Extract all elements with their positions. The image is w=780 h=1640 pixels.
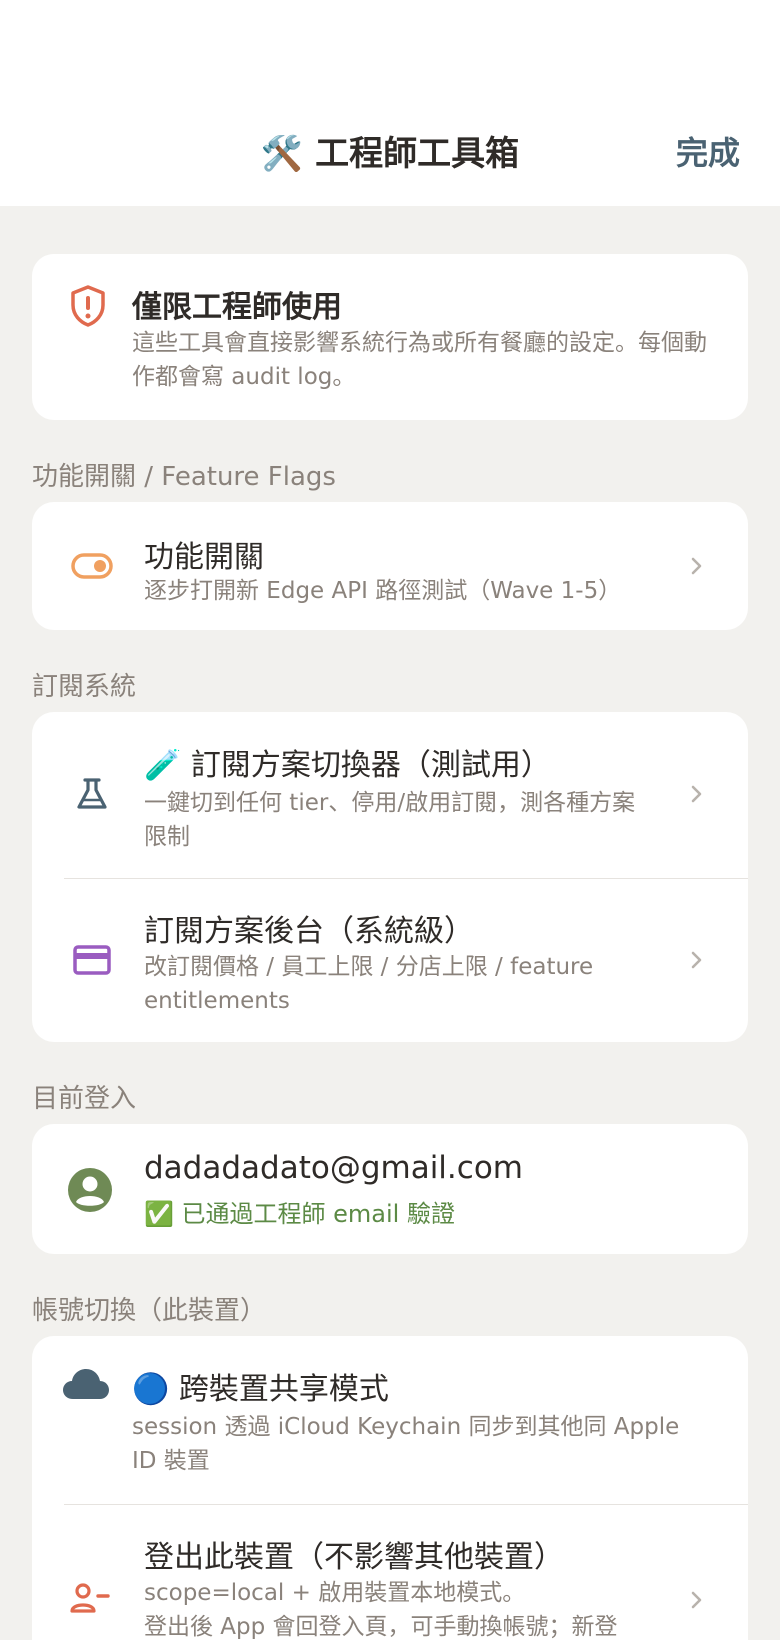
feature-flags-subtitle: 逐步打開新 Edge API 路徑測試（Wave 1-5） <box>144 578 622 604</box>
subscription-admin-subtitle: 改訂閱價格 / 員工上限 / 分店上限 / feature entitlemen… <box>144 954 594 1014</box>
shield-exclamation-icon <box>68 284 108 328</box>
section-header-feature-flags: 功能開關 / Feature Flags <box>32 462 336 492</box>
current-login-email: dadadadato@gmail.com <box>144 1150 523 1186</box>
shared-mode-row: 🔵 跨裝置共享模式 session 透過 iCloud Keychain 同步到… <box>32 1336 748 1504</box>
logout-this-device-subtitle-line2: 登出後 App 會回登入頁，可手動換帳號；新登 <box>144 1614 618 1640</box>
section-header-subscription: 訂閱系統 <box>32 672 137 702</box>
chevron-right-icon <box>691 1591 702 1609</box>
cloud-icon <box>60 1364 112 1404</box>
chevron-right-icon <box>691 557 702 575</box>
credit-card-icon <box>70 940 114 980</box>
section-header-account-switch: 帳號切換（此裝置） <box>32 1296 267 1326</box>
chevron-right-icon <box>691 785 702 803</box>
current-login-card: dadadadato@gmail.com ✅ 已通過工程師 email 驗證 <box>32 1124 748 1254</box>
account-circle-icon <box>66 1166 114 1214</box>
subscription-admin-title: 訂閱方案後台（系統級） <box>144 914 474 949</box>
done-button[interactable]: 完成 <box>676 128 740 174</box>
page-title: 🛠️ 工程師工具箱 <box>260 134 520 174</box>
logout-this-device-subtitle-line1: scope=local + 啟用裝置本地模式。 <box>144 1580 526 1606</box>
section-header-current-login: 目前登入 <box>32 1084 137 1114</box>
account-switch-card: 🔵 跨裝置共享模式 session 透過 iCloud Keychain 同步到… <box>32 1336 748 1640</box>
verified-status: ✅ 已通過工程師 email 驗證 <box>144 1200 455 1228</box>
shared-mode-subtitle: session 透過 iCloud Keychain 同步到其他同 Apple … <box>132 1414 680 1474</box>
navigation-bar: 🛠️ 工程師工具箱 完成 <box>0 0 780 206</box>
feature-flags-row[interactable]: 功能開關 逐步打開新 Edge API 路徑測試（Wave 1-5） <box>32 502 748 630</box>
subscription-switcher-subtitle: 一鍵切到任何 tier、停用/啟用訂閱，測各種方案限制 <box>144 790 636 850</box>
flask-icon <box>72 774 112 814</box>
warning-title: 僅限工程師使用 <box>132 290 342 325</box>
subscription-admin-row[interactable]: 訂閱方案後台（系統級） 改訂閱價格 / 員工上限 / 分店上限 / featur… <box>32 878 748 1042</box>
shared-mode-title: 🔵 跨裝置共享模式 <box>132 1372 389 1407</box>
subscription-switcher-title: 🧪 訂閱方案切換器（測試用） <box>144 748 551 783</box>
warning-body: 這些工具會直接影響系統行為或所有餐廳的設定。每個動作都會寫 audit log。 <box>132 330 707 390</box>
chevron-right-icon <box>691 951 702 969</box>
logout-this-device-title: 登出此裝置（不影響其他裝置） <box>144 1540 564 1575</box>
feature-flags-card: 功能開關 逐步打開新 Edge API 路徑測試（Wave 1-5） <box>32 502 748 630</box>
toggle-icon <box>70 548 114 584</box>
engineer-warning-card: 僅限工程師使用 這些工具會直接影響系統行為或所有餐廳的設定。每個動作都會寫 au… <box>32 254 748 420</box>
feature-flags-title: 功能開關 <box>144 540 264 575</box>
logout-this-device-row[interactable]: 登出此裝置（不影響其他裝置） scope=local + 啟用裝置本地模式。 登… <box>32 1504 748 1640</box>
subscription-switcher-row[interactable]: 🧪 訂閱方案切換器（測試用） 一鍵切到任何 tier、停用/啟用訂閱，測各種方案… <box>32 712 748 878</box>
person-remove-icon <box>68 1578 112 1618</box>
subscription-card: 🧪 訂閱方案切換器（測試用） 一鍵切到任何 tier、停用/啟用訂閱，測各種方案… <box>32 712 748 1042</box>
